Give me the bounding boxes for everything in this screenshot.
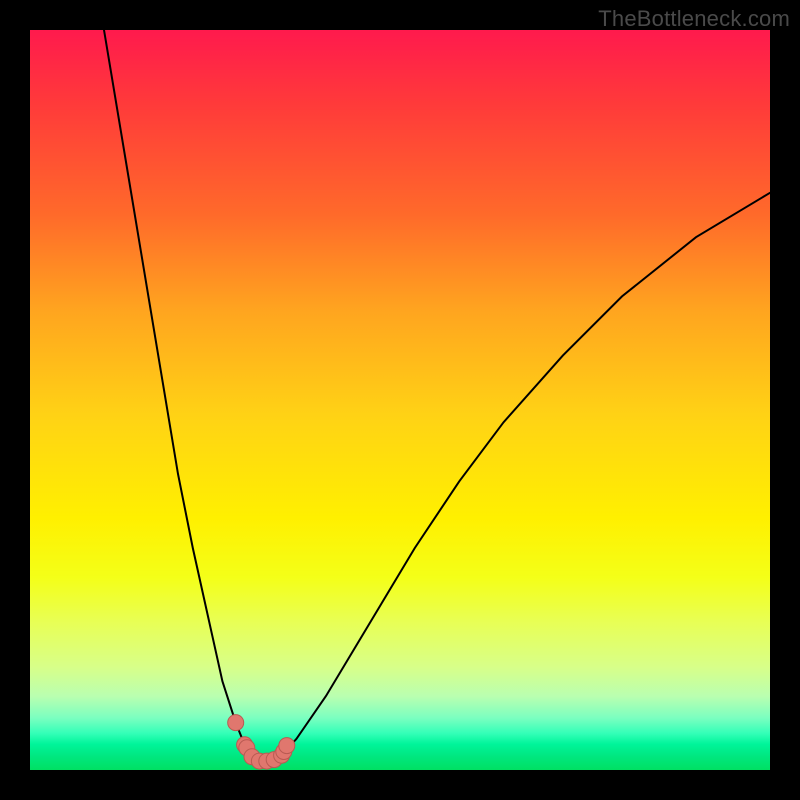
highlight-markers [228, 715, 295, 770]
watermark-text: TheBottleneck.com [598, 6, 790, 32]
marker-dot [279, 738, 295, 754]
plot-area [30, 30, 770, 770]
chart-svg [30, 30, 770, 770]
outer-frame: TheBottleneck.com [0, 0, 800, 800]
marker-dot [228, 715, 244, 731]
bottleneck-curve [104, 30, 770, 761]
